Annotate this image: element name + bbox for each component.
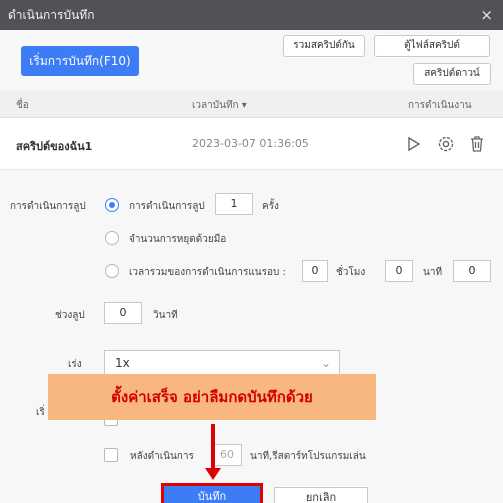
cancel-button[interactable]: ยกเลิก: [274, 487, 368, 503]
interval-label: ช่วงลูป: [55, 310, 85, 321]
minutes-unit: นาที: [423, 267, 443, 278]
annotation-arrow: [211, 424, 215, 470]
close-icon[interactable]: ×: [480, 0, 493, 30]
minutes-input[interactable]: 0: [385, 260, 413, 282]
start-recording-button[interactable]: เริ่มการบันทึก(F10): [21, 46, 139, 76]
table-header: ชื่อ เวลาบันทึก ▾ การดำเนินงาน: [0, 90, 503, 118]
after-run-label: หลังดำเนินการ: [130, 451, 194, 462]
radio-total-time[interactable]: [105, 264, 119, 278]
radio-loop-count-label: การดำเนินการลูป: [129, 201, 205, 212]
annotation-arrow-head: [205, 468, 221, 480]
window-title: ดำเนินการบันทึก: [8, 8, 95, 22]
chevron-down-icon: ⌄: [320, 356, 331, 370]
script-record-time: 2023-03-07 01:36:05: [192, 137, 309, 150]
hours-input[interactable]: 0: [302, 260, 328, 282]
title-bar: ดำเนินการบันทึก ×: [0, 0, 503, 30]
loop-label: การดำเนินการลูป: [10, 201, 86, 212]
download-script-button[interactable]: สคริปต์ดาวน์: [413, 63, 491, 85]
script-folder-button[interactable]: ตู้ไฟล์สคริปต์: [374, 35, 490, 57]
toolbar: เริ่มการบันทึก(F10) รวมสคริปต์กัน ตู้ไฟล…: [0, 30, 503, 90]
seconds-input[interactable]: 0: [453, 260, 491, 282]
after-label: เริ่: [36, 407, 45, 418]
after-run-input[interactable]: 60: [212, 444, 242, 466]
after-run-unit: นาที,รีสตาร์ทโปรแกรมเล่น: [250, 451, 366, 462]
speed-value: 1x: [115, 356, 130, 370]
loop-count-input[interactable]: 1: [215, 193, 253, 215]
table-row[interactable]: สคริปต์ของฉัน1 2023-03-07 01:36:05: [0, 118, 503, 170]
annotation-callout: ตั้งค่าเสร็จ อย่าลืมกดบันทึกด้วย: [48, 374, 376, 420]
loop-settings-panel: การดำเนินการลูป การดำเนินการลูป 1 ครั้ง …: [0, 170, 503, 503]
checkbox-after-run[interactable]: [104, 448, 118, 462]
radio-manual-stop-label: จำนวนการหยุดด้วยมือ: [129, 234, 227, 245]
column-actions: การดำเนินงาน: [408, 100, 472, 111]
merge-script-button[interactable]: รวมสคริปต์กัน: [283, 35, 365, 57]
column-record-time[interactable]: เวลาบันทึก ▾: [192, 98, 247, 113]
column-name: ชื่อ: [16, 100, 29, 111]
hours-unit: ชั่วโมง: [336, 267, 366, 278]
loop-count-unit: ครั้ง: [262, 201, 279, 212]
radio-total-time-label: เวลารวมของการดำเนินการแนรอบ :: [129, 267, 286, 278]
save-button[interactable]: บันทึก: [161, 483, 263, 503]
trash-icon[interactable]: [469, 135, 485, 153]
radio-manual-stop[interactable]: [105, 231, 119, 245]
speed-label: เร่ง: [68, 359, 82, 370]
interval-input[interactable]: 0: [104, 302, 142, 324]
speed-select[interactable]: 1x ⌄: [104, 350, 340, 376]
gear-icon[interactable]: [437, 135, 455, 153]
radio-loop-count[interactable]: [105, 198, 119, 212]
script-name: สคริปต์ของฉัน1: [16, 140, 93, 153]
play-icon[interactable]: [407, 136, 421, 152]
interval-unit: วินาที: [153, 310, 178, 321]
